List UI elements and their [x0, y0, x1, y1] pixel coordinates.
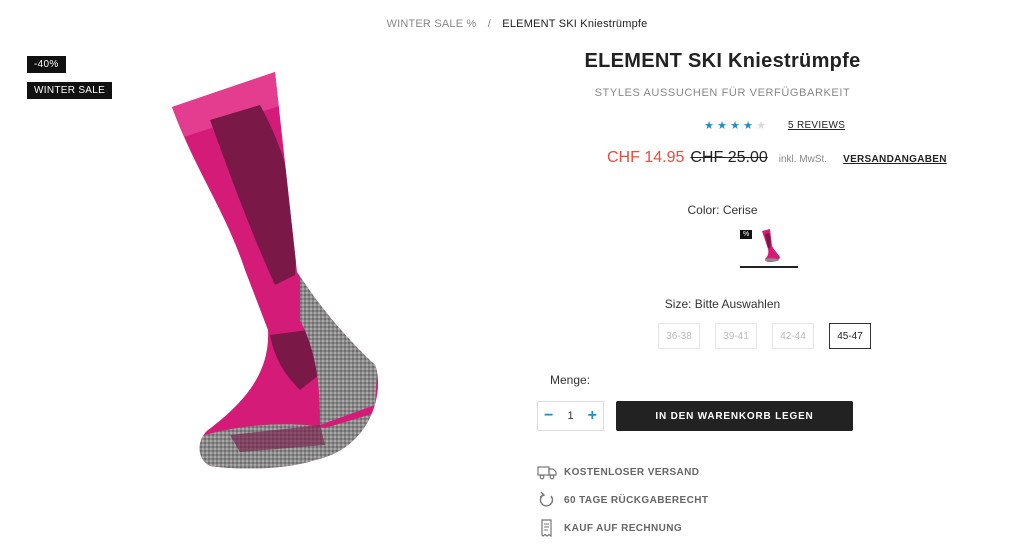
receipt-icon [541, 519, 552, 537]
breadcrumb-separator: / [487, 18, 492, 30]
product-subtitle: STYLES AUSSUCHEN FÜR VERFÜGBARKEIT [594, 87, 851, 99]
quantity-increase-button[interactable]: + [588, 408, 597, 424]
star-icon: ★ [704, 120, 714, 132]
price-row: CHF 14.95 CHF 25.00 inkl. MwSt. VERSANDA… [607, 149, 947, 167]
size-option-39-41[interactable]: 39-41 [715, 323, 757, 349]
usp-invoice: KAUF AUF RECHNUNG [537, 519, 682, 537]
original-price: CHF 25.00 [690, 149, 768, 166]
usp-label: KOSTENLOSER VERSAND [564, 466, 700, 478]
add-to-cart-button[interactable]: IN DEN WARENKORB LEGEN [616, 401, 853, 431]
breadcrumb: WINTER SALE % / ELEMENT SKI Kniestrümpfe [0, 18, 1024, 30]
size-label: Size: Bitte Auswahlen [664, 297, 781, 311]
quantity-value[interactable]: 1 [567, 410, 573, 422]
sale-price: CHF 14.95 [607, 149, 685, 166]
reviews-link[interactable]: 5 REVIEWS [788, 120, 845, 131]
breadcrumb-current: ELEMENT SKI Kniestrümpfe [502, 18, 648, 30]
vat-note: inkl. MwSt. [778, 154, 828, 165]
sock-thumbnail-icon [762, 229, 780, 262]
quantity-stepper: − 1 + [537, 401, 604, 431]
usp-returns: 60 TAGE RÜCKGABERECHT [537, 491, 708, 509]
truck-icon [537, 466, 557, 480]
star-rating[interactable]: ★ ★ ★ ★ ★ [703, 119, 767, 132]
size-option-45-47[interactable]: 45-47 [829, 323, 871, 349]
color-label: Color: Cerise [687, 203, 758, 217]
product-image [150, 60, 410, 540]
discount-badge: -40% [27, 56, 66, 73]
product-title: ELEMENT SKI Kniestrümpfe [584, 50, 861, 72]
color-swatch-cerise[interactable]: % [740, 226, 798, 268]
quantity-decrease-button[interactable]: − [544, 408, 553, 424]
star-empty-icon: ★ [756, 120, 766, 132]
size-option-42-44[interactable]: 42-44 [772, 323, 814, 349]
quantity-label: Menge: [550, 373, 591, 387]
return-arrow-icon [539, 491, 554, 507]
usp-free-shipping: KOSTENLOSER VERSAND [537, 463, 699, 481]
size-options: 36-38 39-41 42-44 45-47 [658, 323, 871, 349]
winter-sale-badge: WINTER SALE [27, 82, 113, 99]
usp-label: KAUF AUF RECHNUNG [564, 522, 683, 534]
shipping-info-link[interactable]: VERSANDANGABEN [843, 154, 947, 165]
star-icon: ★ [730, 120, 740, 132]
star-icon: ★ [743, 120, 753, 132]
breadcrumb-link-winter-sale[interactable]: WINTER SALE % [386, 18, 476, 30]
star-icon: ★ [717, 120, 727, 132]
usp-label: 60 TAGE RÜCKGABERECHT [564, 494, 709, 506]
size-option-36-38[interactable]: 36-38 [658, 323, 700, 349]
